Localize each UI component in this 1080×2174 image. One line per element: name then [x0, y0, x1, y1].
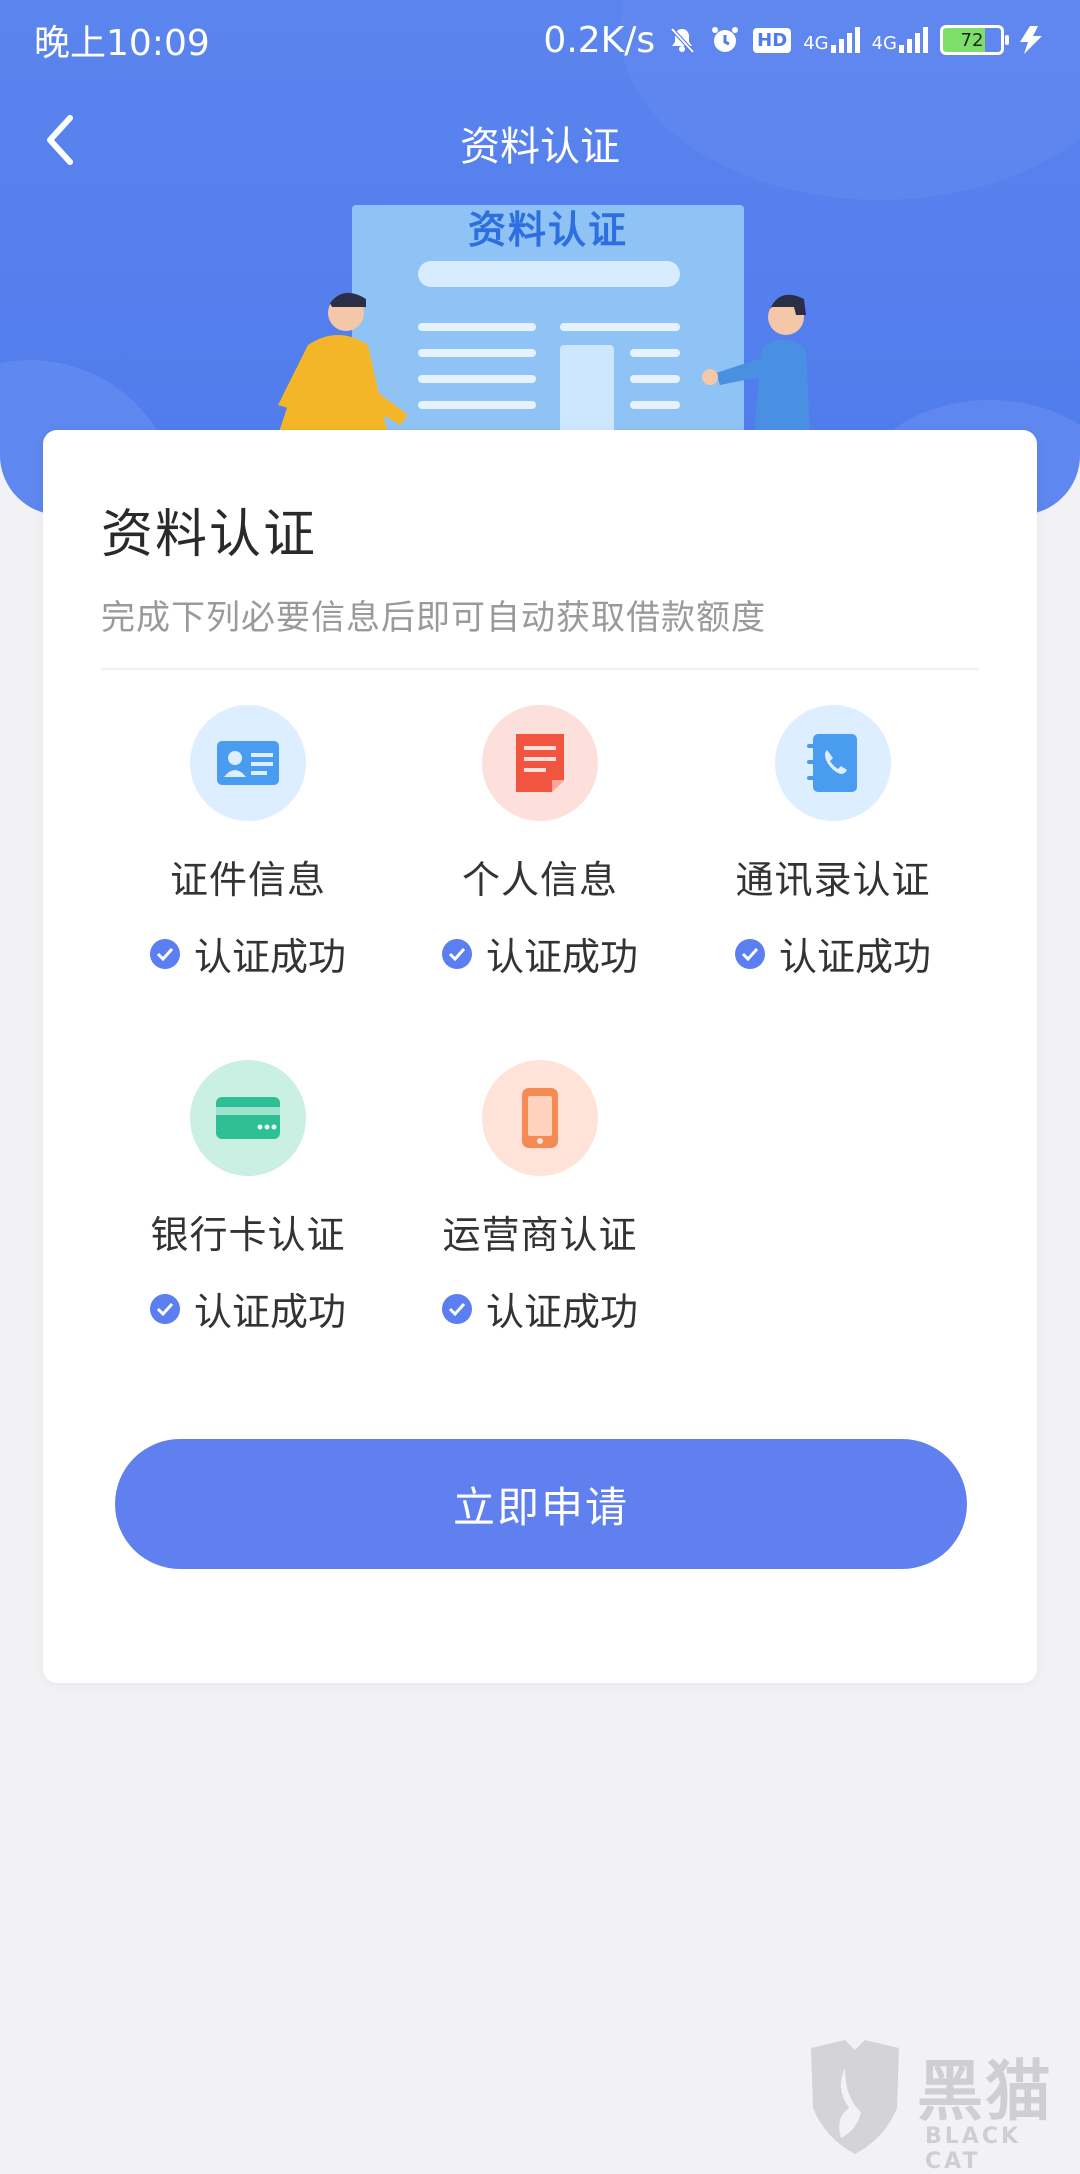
verify-item-id[interactable]: 证件信息 认证成功 — [98, 705, 398, 981]
signal-strength-icon: 4G — [803, 27, 860, 54]
black-cat-logo-icon — [811, 2040, 899, 2154]
status-bar: 晚上10:09 0.2K/s HD 4G 4G 72 — [0, 0, 1080, 80]
id-card-icon — [190, 705, 306, 821]
black-cat-watermark: 黑猫 BLACK CAT — [805, 2038, 1075, 2174]
hd-badge: HD — [753, 27, 792, 53]
person-right-illustration — [702, 294, 810, 435]
checkmark-icon — [441, 938, 472, 969]
checkmark-icon — [441, 1293, 472, 1324]
checkmark-icon — [734, 938, 765, 969]
card-subtitle: 完成下列必要信息后即可自动获取借款额度 — [101, 598, 766, 638]
verify-item-name: 运营商认证 — [442, 1213, 638, 1257]
verify-item-bank-card[interactable]: 银行卡认证 认证成功 — [98, 1060, 398, 1336]
verify-item-name: 银行卡认证 — [150, 1213, 346, 1257]
contacts-book-icon — [775, 705, 891, 821]
banner-illustration: 资料认证 — [0, 205, 1080, 445]
verify-status-text: 认证成功 — [485, 1290, 638, 1334]
chevron-left-icon — [42, 112, 78, 172]
mute-bell-icon — [667, 25, 697, 55]
divider — [101, 668, 979, 670]
battery-level: 72 — [960, 29, 984, 51]
verify-item-contacts[interactable]: 通讯录认证 认证成功 — [683, 705, 983, 981]
checkmark-icon — [149, 1293, 180, 1324]
mobile-phone-icon — [482, 1060, 598, 1176]
verify-status: 认证成功 — [390, 926, 690, 981]
verify-status: 认证成功 — [390, 1281, 690, 1336]
verify-status-text: 认证成功 — [778, 935, 931, 979]
page-title: 资料认证 — [460, 123, 620, 170]
verify-status-text: 认证成功 — [193, 935, 346, 979]
watermark-en: BLACK CAT — [925, 2124, 1022, 2174]
person-left-illustration — [278, 292, 408, 435]
battery-icon: 72 — [940, 25, 1009, 55]
bank-card-icon — [190, 1060, 306, 1176]
document-icon — [482, 705, 598, 821]
verify-item-name: 个人信息 — [461, 858, 618, 902]
verification-card: 资料认证 完成下列必要信息后即可自动获取借款额度 证件信息 认证成功 个人信息 … — [43, 430, 1037, 1683]
apply-now-button[interactable]: 立即申请 — [115, 1439, 967, 1569]
verify-item-name: 通讯录认证 — [735, 858, 931, 902]
charging-icon — [1016, 24, 1046, 56]
verify-item-personal[interactable]: 个人信息 认证成功 — [390, 705, 690, 981]
signal-strength-icon: 4G — [872, 27, 928, 53]
verify-status-text: 认证成功 — [485, 935, 638, 979]
status-time: 晚上10:09 — [34, 23, 210, 64]
nav-bar: 资料认证 — [0, 80, 1080, 205]
watermark-cn: 黑猫 — [917, 2053, 1053, 2130]
checkmark-icon — [149, 938, 180, 969]
alarm-clock-icon — [709, 24, 741, 56]
verify-item-carrier[interactable]: 运营商认证 认证成功 — [390, 1060, 690, 1336]
verify-status: 认证成功 — [98, 1281, 398, 1336]
card-title: 资料认证 — [101, 505, 318, 565]
verify-status: 认证成功 — [98, 926, 398, 981]
signal-label: 4G — [871, 33, 897, 54]
back-button[interactable] — [30, 110, 90, 174]
verify-status: 认证成功 — [683, 926, 983, 981]
banner-doc-title: 资料认证 — [467, 208, 628, 252]
status-icons: 0.2K/s HD 4G 4G 72 — [543, 20, 1046, 61]
network-speed: 0.2K/s — [543, 19, 656, 61]
signal-label: 4G — [803, 33, 829, 54]
verify-status-text: 认证成功 — [193, 1290, 346, 1334]
verify-item-name: 证件信息 — [169, 858, 326, 902]
